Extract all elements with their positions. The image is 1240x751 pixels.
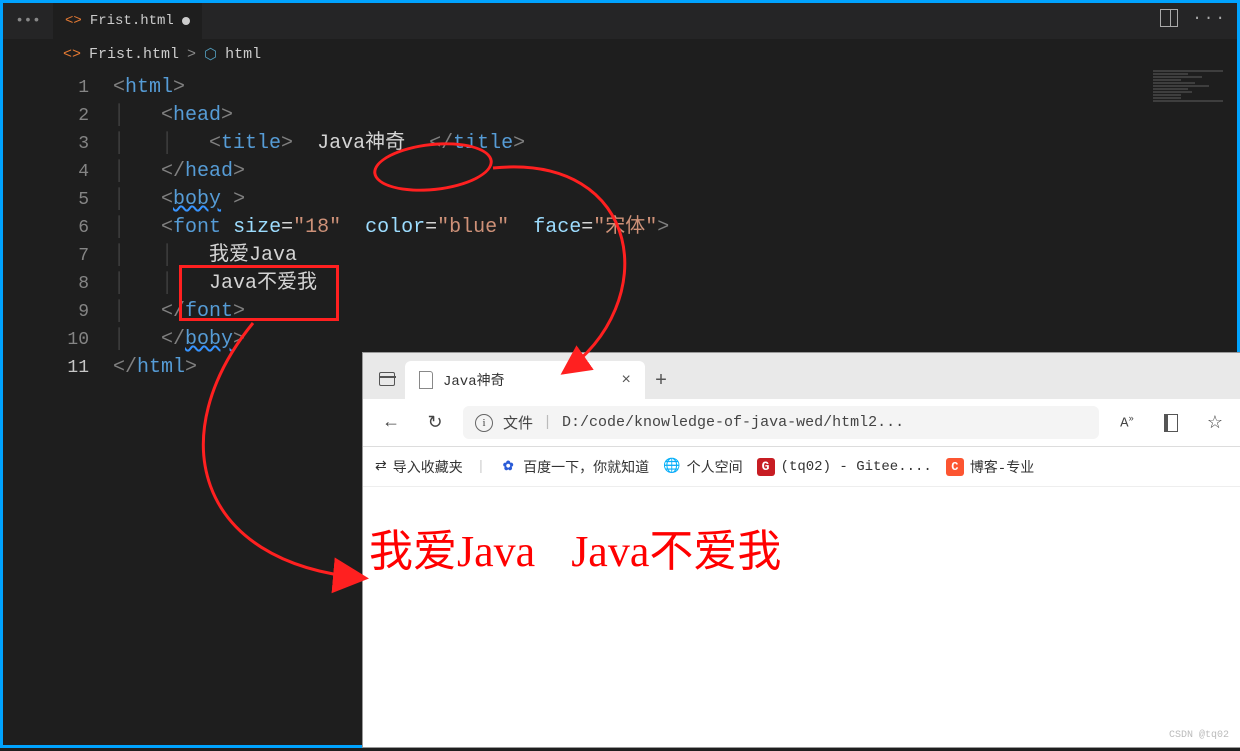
bookmark-gitee[interactable]: G(tq02) - Gitee.... [757,458,932,476]
html-file-icon: <> [63,46,81,63]
baidu-icon: ✿ [499,458,517,476]
line-number: 4 [3,158,113,186]
breadcrumb-node[interactable]: html [225,46,261,63]
rendered-text-2: Java不爱我 [571,515,781,579]
site-info-icon[interactable]: i [475,414,493,432]
bookmark-baidu[interactable]: ✿百度一下，你就知道 [499,457,649,477]
addr-scheme: 文件 [503,412,533,433]
modified-dot-icon [182,17,190,25]
breadcrumb: <> Frist.html > ⬡ html [3,39,1237,70]
line-number: 9 [3,298,113,326]
page-icon [419,371,433,389]
gitee-icon: G [757,458,775,476]
tab-filename: Frist.html [90,13,174,29]
file-tab[interactable]: <> Frist.html [53,3,202,39]
browser-tab-strip: Java神奇 × + [363,353,1240,399]
editor-top-right: ··· [1160,9,1227,27]
browser-address-bar: ← ↻ i 文件 | D:/code/knowledge-of-java-wed… [363,399,1240,447]
breadcrumb-sep: > [187,46,196,63]
line-number: 7 [3,242,113,270]
breadcrumb-file[interactable]: Frist.html [89,46,179,63]
close-tab-icon[interactable]: × [621,371,631,389]
refresh-button[interactable]: ↻ [419,407,451,439]
import-icon: ⇄ [375,458,387,475]
page-content: 我爱Java Java不爱我 [363,487,1240,607]
address-field[interactable]: i 文件 | D:/code/knowledge-of-java-wed/htm… [463,406,1099,439]
line-number: 8 [3,270,113,298]
csdn-icon: C [946,458,964,476]
line-number: 5 [3,186,113,214]
bookmarks-bar: ⇄导入收藏夹 | ✿百度一下，你就知道 🌐个人空间 G(tq02) - Gite… [363,447,1240,487]
line-number: 1 [3,74,113,102]
rendered-text-1: 我爱Java [369,515,535,579]
browser-window: Java神奇 × + ← ↻ i 文件 | D:/code/knowledge-… [363,353,1240,747]
line-number: 3 [3,130,113,158]
html-file-icon: <> [65,13,82,29]
browser-tab[interactable]: Java神奇 × [405,361,645,399]
editor-tab-bar: ••• <> Frist.html ··· [3,3,1237,39]
bookmark-space[interactable]: 🌐个人空间 [663,457,742,477]
watermark: CSDN @tq02 [1169,730,1229,741]
import-bookmarks[interactable]: ⇄导入收藏夹 [375,457,463,477]
bookmark-csdn[interactable]: C博客-专业 [946,457,1034,477]
globe-icon: 🌐 [663,458,680,475]
back-button[interactable]: ← [375,407,407,439]
new-tab-button[interactable]: + [645,363,677,399]
minimap[interactable] [1153,69,1223,109]
tab-actions-button[interactable] [369,361,405,397]
activity-dots: ••• [3,13,53,29]
line-number: 11 [3,354,113,382]
element-icon: ⬡ [204,45,217,64]
split-editor-icon[interactable] [1160,9,1178,27]
line-number: 10 [3,326,113,354]
line-number: 2 [3,102,113,130]
browser-tab-title: Java神奇 [443,370,505,390]
tab-actions-icon [379,372,395,386]
read-aloud-button[interactable]: A» [1111,407,1143,439]
more-actions-icon[interactable]: ··· [1192,9,1227,27]
collections-button[interactable] [1155,407,1187,439]
line-number: 6 [3,214,113,242]
code-editor[interactable]: 1<html> 2│ <head> 3│ │ <title> Java神奇 </… [3,70,1237,382]
favorites-button[interactable]: ☆ [1199,407,1231,439]
addr-path: D:/code/knowledge-of-java-wed/html2... [562,414,904,431]
